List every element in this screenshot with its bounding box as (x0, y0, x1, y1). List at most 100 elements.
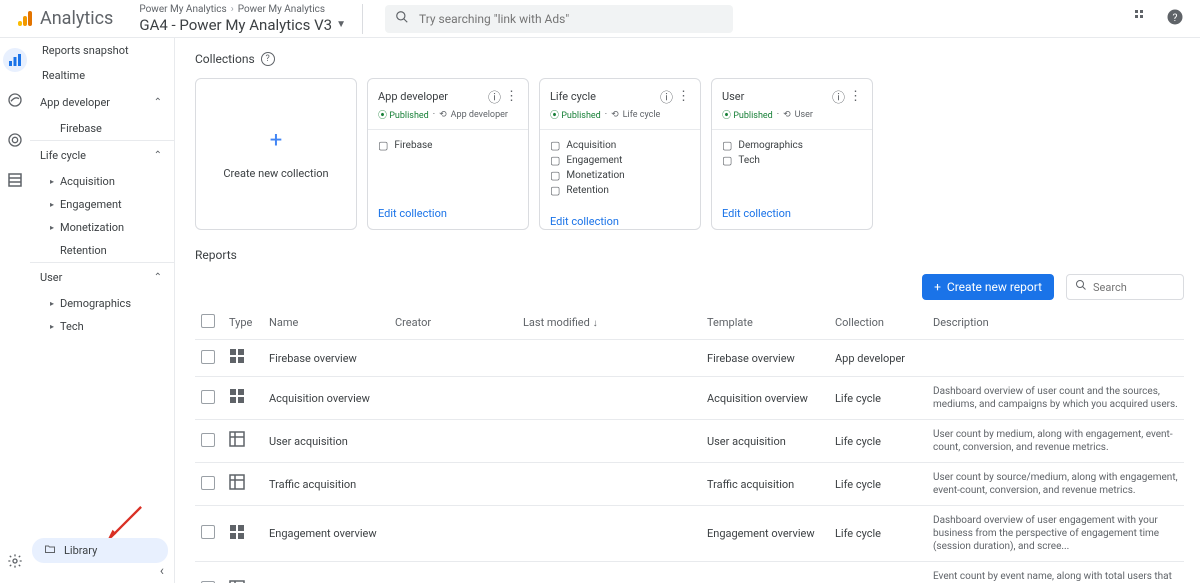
sidebar-item[interactable]: Retention (30, 239, 174, 262)
help-mini-icon[interactable]: ? (261, 52, 275, 66)
col-modified[interactable]: Last modified ↓ (517, 306, 701, 340)
report-template: Acquisition overview (701, 377, 829, 420)
col-creator[interactable]: Creator (389, 306, 517, 340)
edit-collection-link[interactable]: Edit collection (550, 215, 619, 228)
sidebar-item[interactable]: Firebase (30, 117, 174, 140)
sidebar-reports-snapshot[interactable]: Reports snapshot (30, 38, 174, 63)
report-description: Dashboard overview of user count and the… (927, 377, 1184, 420)
info-icon[interactable]: ⓘ (488, 87, 501, 106)
sidebar-item-label: Retention (60, 244, 107, 257)
chevron-up-icon: ⌃ (154, 150, 162, 161)
sidebar-item[interactable]: ▸Tech (30, 315, 174, 338)
topic-icon: ▢ (550, 154, 560, 167)
create-report-button[interactable]: + Create new report (922, 274, 1054, 300)
search-icon (395, 10, 409, 28)
plus-icon: + (270, 128, 282, 153)
collection-card-title: Life cycle (550, 90, 656, 103)
reports-sidebar: Reports snapshot Realtime App developer⌃… (30, 38, 175, 583)
info-icon[interactable]: ⓘ (660, 87, 673, 106)
property-name: GA4 - Power My Analytics V3 (139, 16, 332, 34)
global-search[interactable] (385, 5, 733, 33)
report-template: Traffic acquisition (701, 463, 829, 506)
scope-icon: ⟲ (783, 110, 791, 120)
select-all-checkbox[interactable] (201, 314, 215, 328)
report-template: Engagement overview (701, 506, 829, 562)
edit-collection-link[interactable]: Edit collection (722, 207, 791, 220)
report-name: Firebase overview (263, 340, 389, 377)
table-row[interactable]: Acquisition overview Acquisition overvie… (195, 377, 1184, 420)
info-icon[interactable]: ⓘ (832, 87, 845, 106)
col-name[interactable]: Name (263, 306, 389, 340)
apps-icon[interactable] (1134, 9, 1150, 29)
row-checkbox[interactable] (201, 350, 215, 364)
scope-icon: ⟲ (611, 110, 619, 120)
sidebar-section[interactable]: User⌃ (30, 262, 174, 292)
report-modified (517, 506, 701, 562)
report-description: User count by source/medium, along with … (927, 463, 1184, 506)
col-collection[interactable]: Collection (829, 306, 927, 340)
create-collection-card[interactable]: + Create new collection (195, 78, 357, 230)
report-type-icon (229, 352, 245, 368)
report-type-icon (229, 392, 245, 408)
sidebar-item-label: Firebase (60, 122, 102, 135)
edit-collection-link[interactable]: Edit collection (378, 207, 447, 220)
row-checkbox[interactable] (201, 390, 215, 404)
col-template[interactable]: Template (701, 306, 829, 340)
collection-scope: User (795, 110, 813, 120)
more-icon[interactable]: ⋮ (849, 89, 862, 104)
table-row[interactable]: Traffic acquisition Traffic acquisition … (195, 463, 1184, 506)
sidebar-item-label: Demographics (60, 297, 131, 310)
table-row[interactable]: Events Events Life cycle Event count by … (195, 562, 1184, 583)
table-row[interactable]: Firebase overview Firebase overview App … (195, 340, 1184, 377)
help-icon[interactable]: ? (1166, 8, 1184, 30)
logo-group: Analytics (16, 8, 113, 29)
property-selector[interactable]: Power My Analytics › Power My Analytics … (139, 4, 363, 34)
row-checkbox[interactable] (201, 433, 215, 447)
topic-icon: ▢ (378, 139, 388, 152)
breadcrumb-property: Power My Analytics (238, 4, 325, 16)
collection-card-title: User (722, 90, 828, 103)
sidebar-item-label: Acquisition (60, 175, 115, 188)
sidebar-section-label: User (40, 271, 62, 284)
rail-admin-icon[interactable] (3, 549, 27, 573)
sidebar-item[interactable]: ▸Acquisition (30, 170, 174, 193)
rail-advertising-icon[interactable] (3, 128, 27, 152)
row-checkbox[interactable] (201, 525, 215, 539)
sidebar-item[interactable]: ▸Engagement (30, 193, 174, 216)
collection-topic: ▢Firebase (378, 138, 518, 153)
global-search-input[interactable] (419, 12, 723, 26)
report-description: Event count by event name, along with to… (927, 562, 1184, 583)
sort-down-icon: ↓ (593, 318, 598, 329)
rail-explore-icon[interactable] (3, 88, 27, 112)
sidebar-realtime[interactable]: Realtime (30, 63, 174, 88)
col-description[interactable]: Description (927, 306, 1184, 340)
collections-title: Collections (195, 52, 255, 66)
report-creator (389, 506, 517, 562)
sidebar-library[interactable]: Library (32, 538, 168, 563)
collection-card-title: App developer (378, 90, 484, 103)
sidebar-section[interactable]: App developer⌃ (30, 88, 174, 117)
sidebar-item-label: Engagement (60, 198, 122, 211)
reports-table: Type Name Creator Last modified ↓ Templa… (195, 306, 1184, 583)
sidebar-collapse-button[interactable]: ‹ (160, 563, 164, 579)
sidebar-section[interactable]: Life cycle⌃ (30, 140, 174, 170)
report-type-icon (229, 528, 245, 544)
rail-reports-icon[interactable] (3, 48, 27, 72)
app-header: Analytics Power My Analytics › Power My … (0, 0, 1200, 38)
more-icon[interactable]: ⋮ (677, 89, 690, 104)
more-icon[interactable]: ⋮ (505, 89, 518, 104)
col-type[interactable]: Type (223, 306, 263, 340)
collection-topic: ▢Tech (722, 153, 862, 168)
sidebar-item[interactable]: ▸Monetization (30, 216, 174, 239)
report-modified (517, 562, 701, 583)
rail-configure-icon[interactable] (3, 168, 27, 192)
collection-topic: ▢Acquisition (550, 138, 690, 153)
table-row[interactable]: Engagement overview Engagement overview … (195, 506, 1184, 562)
collection-scope: App developer (451, 110, 508, 120)
table-row[interactable]: User acquisition User acquisition Life c… (195, 420, 1184, 463)
report-type-icon (229, 435, 245, 451)
report-search[interactable] (1066, 274, 1184, 300)
report-search-input[interactable] (1093, 281, 1175, 294)
row-checkbox[interactable] (201, 476, 215, 490)
sidebar-item[interactable]: ▸Demographics (30, 292, 174, 315)
